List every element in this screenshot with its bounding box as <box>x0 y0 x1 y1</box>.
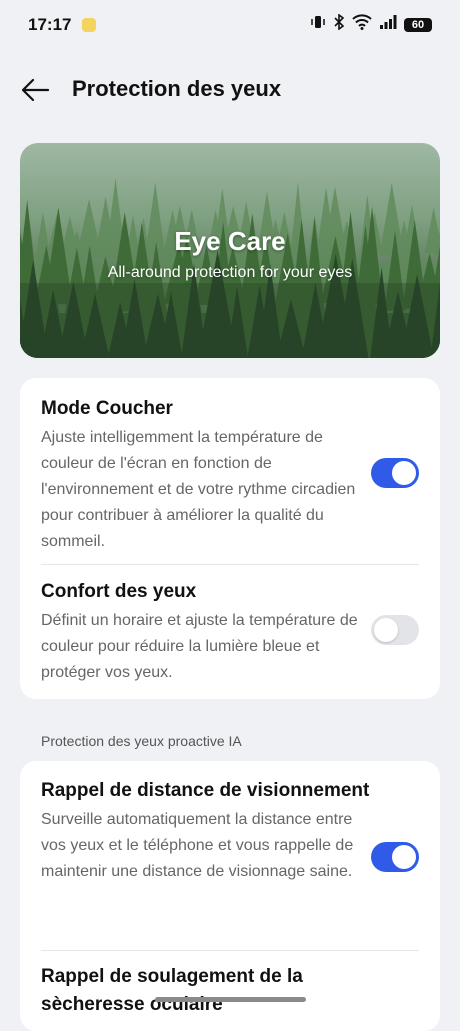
setting-description: Ajuste intelligemment la température de … <box>41 429 356 550</box>
wifi-icon <box>352 14 372 35</box>
status-time: 17:17 <box>28 15 72 34</box>
rappel-distance-toggle[interactable] <box>371 842 419 872</box>
eye-care-banner: Eye Care All-around protection for your … <box>20 143 440 358</box>
banner-title: Eye Care <box>174 226 286 256</box>
setting-mode-coucher[interactable]: Mode Coucher Ajuste intelligemment la te… <box>20 395 371 555</box>
signal-icon <box>379 14 397 35</box>
notification-icon <box>82 18 96 32</box>
setting-title: Mode Coucher <box>41 398 173 419</box>
setting-description: Définit un horaire et ajuste la températ… <box>41 612 358 681</box>
setting-title: Rappel de soulagement de la sècheresse o… <box>41 966 303 1015</box>
back-button[interactable] <box>20 76 52 104</box>
home-indicator[interactable] <box>155 997 306 1002</box>
arrow-left-icon <box>21 78 50 102</box>
confort-des-yeux-toggle[interactable] <box>371 615 419 645</box>
vibrate-icon <box>310 14 326 35</box>
app-header: Protection des yeux <box>0 60 460 120</box>
setting-rappel-distance[interactable]: Rappel de distance de visionnement Surve… <box>20 777 371 885</box>
setting-title: Rappel de distance de visionnement <box>41 780 370 801</box>
banner-subtitle: All-around protection for your eyes <box>107 264 353 281</box>
page-title: Protection des yeux <box>72 76 282 101</box>
setting-rappel-secheresse[interactable]: Rappel de soulagement de la sècheresse o… <box>20 963 371 1019</box>
toggle-knob <box>374 618 398 642</box>
mode-coucher-toggle[interactable] <box>371 458 419 488</box>
ai-settings-card: Rappel de distance de visionnement Surve… <box>20 761 440 1031</box>
setting-confort-des-yeux[interactable]: Confort des yeux Définit un horaire et a… <box>20 578 371 686</box>
toggle-knob <box>392 845 416 869</box>
setting-description: Surveille automatiquement la distance en… <box>41 811 354 880</box>
bluetooth-icon <box>333 13 345 35</box>
status-icons: 60 <box>310 13 432 35</box>
toggle-knob <box>392 461 416 485</box>
section-label: Protection des yeux proactive IA <box>41 733 242 749</box>
setting-title: Confort des yeux <box>41 581 197 602</box>
status-bar: 17:17 60 <box>0 0 460 52</box>
settings-card: Mode Coucher Ajuste intelligemment la te… <box>20 378 440 699</box>
battery-icon: 60 <box>404 17 432 32</box>
divider <box>41 564 419 565</box>
divider <box>41 950 419 951</box>
